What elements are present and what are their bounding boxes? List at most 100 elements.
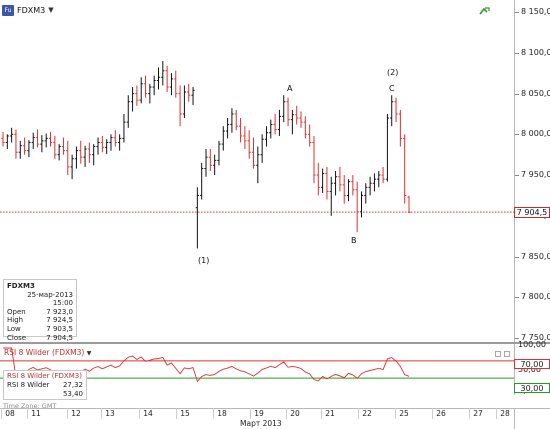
- panel-close-icon[interactable]: [504, 351, 510, 357]
- chevron-down-icon[interactable]: ▼: [48, 6, 53, 14]
- time-axis-day-label: 25: [399, 409, 409, 418]
- wave-label-c: C: [389, 84, 395, 93]
- time-axis-day-label: 18: [217, 409, 227, 418]
- ohlc-bar: [372, 173, 377, 192]
- ohlc-bar: [308, 124, 312, 147]
- ohlc-bar: [87, 142, 91, 163]
- ohlc-bar: [5, 134, 9, 149]
- ohlc-bar: [312, 135, 316, 184]
- price-chart[interactable]: [0, 0, 514, 342]
- ohlc-bar: [174, 70, 178, 98]
- ohlc-bar: [83, 145, 87, 167]
- ohlc-bar: [92, 144, 96, 166]
- wave-label-b: B: [351, 236, 357, 245]
- price-axis-tick: [515, 338, 519, 340]
- ohlc-bar: [243, 126, 247, 149]
- info-row-close: Close 7 904,5: [7, 333, 73, 342]
- price-axis-tick: [515, 12, 519, 14]
- ohlc-bar: [182, 85, 187, 119]
- ohlc-bar: [96, 137, 100, 155]
- price-axis-label: 8 150,0: [521, 7, 550, 17]
- chevron-down-icon[interactable]: ▼: [87, 350, 92, 357]
- chart-settings-icon[interactable]: [478, 6, 490, 16]
- ohlc-bar: [74, 146, 79, 169]
- ohlc-bar: [385, 113, 390, 182]
- time-axis-day-label: 12: [71, 409, 81, 418]
- ohlc-bar: [247, 130, 251, 159]
- time-axis-day-label: 26: [436, 409, 446, 418]
- ohlc-bar: [338, 166, 342, 192]
- price-chart-canvas[interactable]: [0, 0, 514, 342]
- ohlc-bar: [221, 126, 225, 151]
- ohlc-bar: [342, 175, 346, 204]
- ohlc-bar: [286, 97, 290, 127]
- ohlc-bar: [407, 195, 411, 213]
- ohlc-bar: [290, 109, 294, 135]
- rsi-axis-label-100: 100,00: [518, 340, 546, 349]
- info-row-open: Open 7 923,0: [7, 307, 73, 316]
- ohlc-bar: [282, 95, 286, 123]
- price-axis-tick: [515, 175, 519, 177]
- time-axis-day-label: 22: [362, 409, 372, 418]
- rsi-lower-level-label: 30,00: [514, 383, 550, 393]
- ohlc-bar: [364, 183, 368, 204]
- ohlc-bar: [277, 109, 282, 136]
- ohlc-bar: [1, 131, 5, 147]
- ohlc-bar: [394, 97, 398, 123]
- axis-corner: [514, 408, 550, 429]
- ohlc-bar: [191, 87, 195, 105]
- ohlc-bar: [195, 187, 199, 249]
- time-axis-day-label: 27: [473, 409, 483, 418]
- ohlc-bar: [390, 95, 394, 127]
- rsi-title[interactable]: RSI 8 Wilder (FDXM3) ▼: [4, 348, 91, 357]
- ohlc-bar: [152, 75, 156, 96]
- time-axis-day-label: 08: [5, 409, 15, 418]
- info-row-low: Low 7 903,5: [7, 324, 73, 333]
- price-axis-tick: [515, 256, 519, 258]
- ohlc-bar: [225, 118, 230, 139]
- ohlc-bar: [100, 135, 104, 153]
- ohlc-bar: [333, 171, 338, 196]
- ohlc-bar: [329, 176, 333, 216]
- price-axis[interactable]: 8 150,08 100,08 050,08 000,07 950,07 900…: [514, 0, 550, 342]
- ohlc-bar: [165, 65, 169, 92]
- ohlc-bar: [169, 73, 174, 96]
- rsi-info-box: RSI 8 Wilder (FDXM3) RSI 8 Wilder 27,32 5…: [3, 370, 87, 400]
- ohlc-bar: [126, 95, 130, 128]
- price-axis-label: 7 850,0: [521, 251, 550, 261]
- time-axis-day-label: 15: [180, 409, 190, 418]
- ohlc-bar: [234, 109, 238, 131]
- price-axis-tick: [515, 93, 519, 95]
- wave-label-1: (1): [198, 256, 210, 265]
- price-axis-tick: [515, 52, 519, 54]
- ohlc-bar: [66, 140, 70, 176]
- ohlc-bar: [273, 113, 277, 135]
- symbol-selector[interactable]: Fu FDXM3 ▼: [2, 3, 54, 17]
- month-label: Март 2013: [240, 419, 282, 428]
- ohlc-bar: [269, 119, 273, 139]
- panel-settings-icon[interactable]: [495, 351, 501, 357]
- time-axis-day-label: 20: [290, 409, 300, 418]
- ohlc-bar: [251, 137, 256, 169]
- ohlc-bar: [321, 168, 325, 194]
- rsi-box-row: RSI 8 Wilder 27,32: [7, 380, 83, 389]
- ohlc-bar: [351, 175, 355, 196]
- futures-icon: Fu: [2, 4, 14, 16]
- ohlc-bar: [178, 85, 182, 127]
- ohlc-bar: [213, 154, 217, 176]
- wave-label-a: A: [287, 84, 293, 93]
- ohlc-bar: [113, 130, 117, 147]
- ohlc-bar: [260, 134, 264, 163]
- ohlc-bar: [130, 87, 135, 112]
- time-axis-day-label: 13: [105, 409, 115, 418]
- ohlc-bar: [316, 162, 320, 196]
- time-axis-day-label: 28: [500, 409, 510, 418]
- ohlc-bar: [359, 191, 364, 218]
- price-axis-label: 8 050,0: [521, 88, 550, 98]
- info-row-high: High 7 924,5: [7, 316, 73, 325]
- ohlc-bar: [10, 127, 14, 143]
- ohlc-bar: [105, 139, 109, 154]
- ohlc-bar: [139, 77, 143, 104]
- ohlc-bar: [238, 118, 243, 143]
- ohlc-bar: [187, 83, 191, 102]
